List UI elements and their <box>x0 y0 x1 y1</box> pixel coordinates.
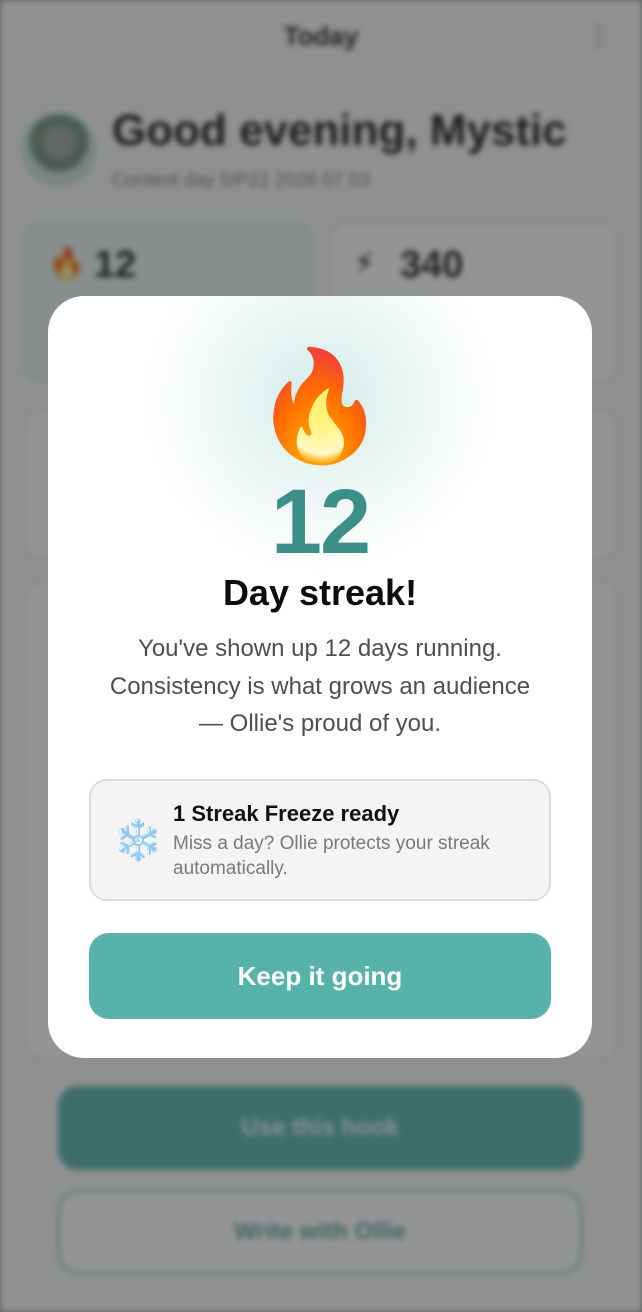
streak-message: You've shown up 12 days running. Consist… <box>109 635 531 737</box>
fire-icon: 🔥 <box>252 345 388 466</box>
keep-it-going-button[interactable]: Keep it going <box>89 933 551 1019</box>
streak-freeze-description: Miss a day? Ollie protects your streak a… <box>173 833 490 879</box>
streak-modal: 🔥 12 Day streak! You've shown up 12 days… <box>48 296 592 1058</box>
streak-title: Day streak! <box>222 572 418 613</box>
streak-freeze-card: ❄️ 1 Streak Freeze ready Miss a day? Oll… <box>89 779 551 901</box>
snowflake-icon: ❄️ <box>113 819 163 863</box>
streak-freeze-title: 1 Streak Freeze ready <box>173 801 400 826</box>
streak-count: 12 <box>270 471 371 573</box>
